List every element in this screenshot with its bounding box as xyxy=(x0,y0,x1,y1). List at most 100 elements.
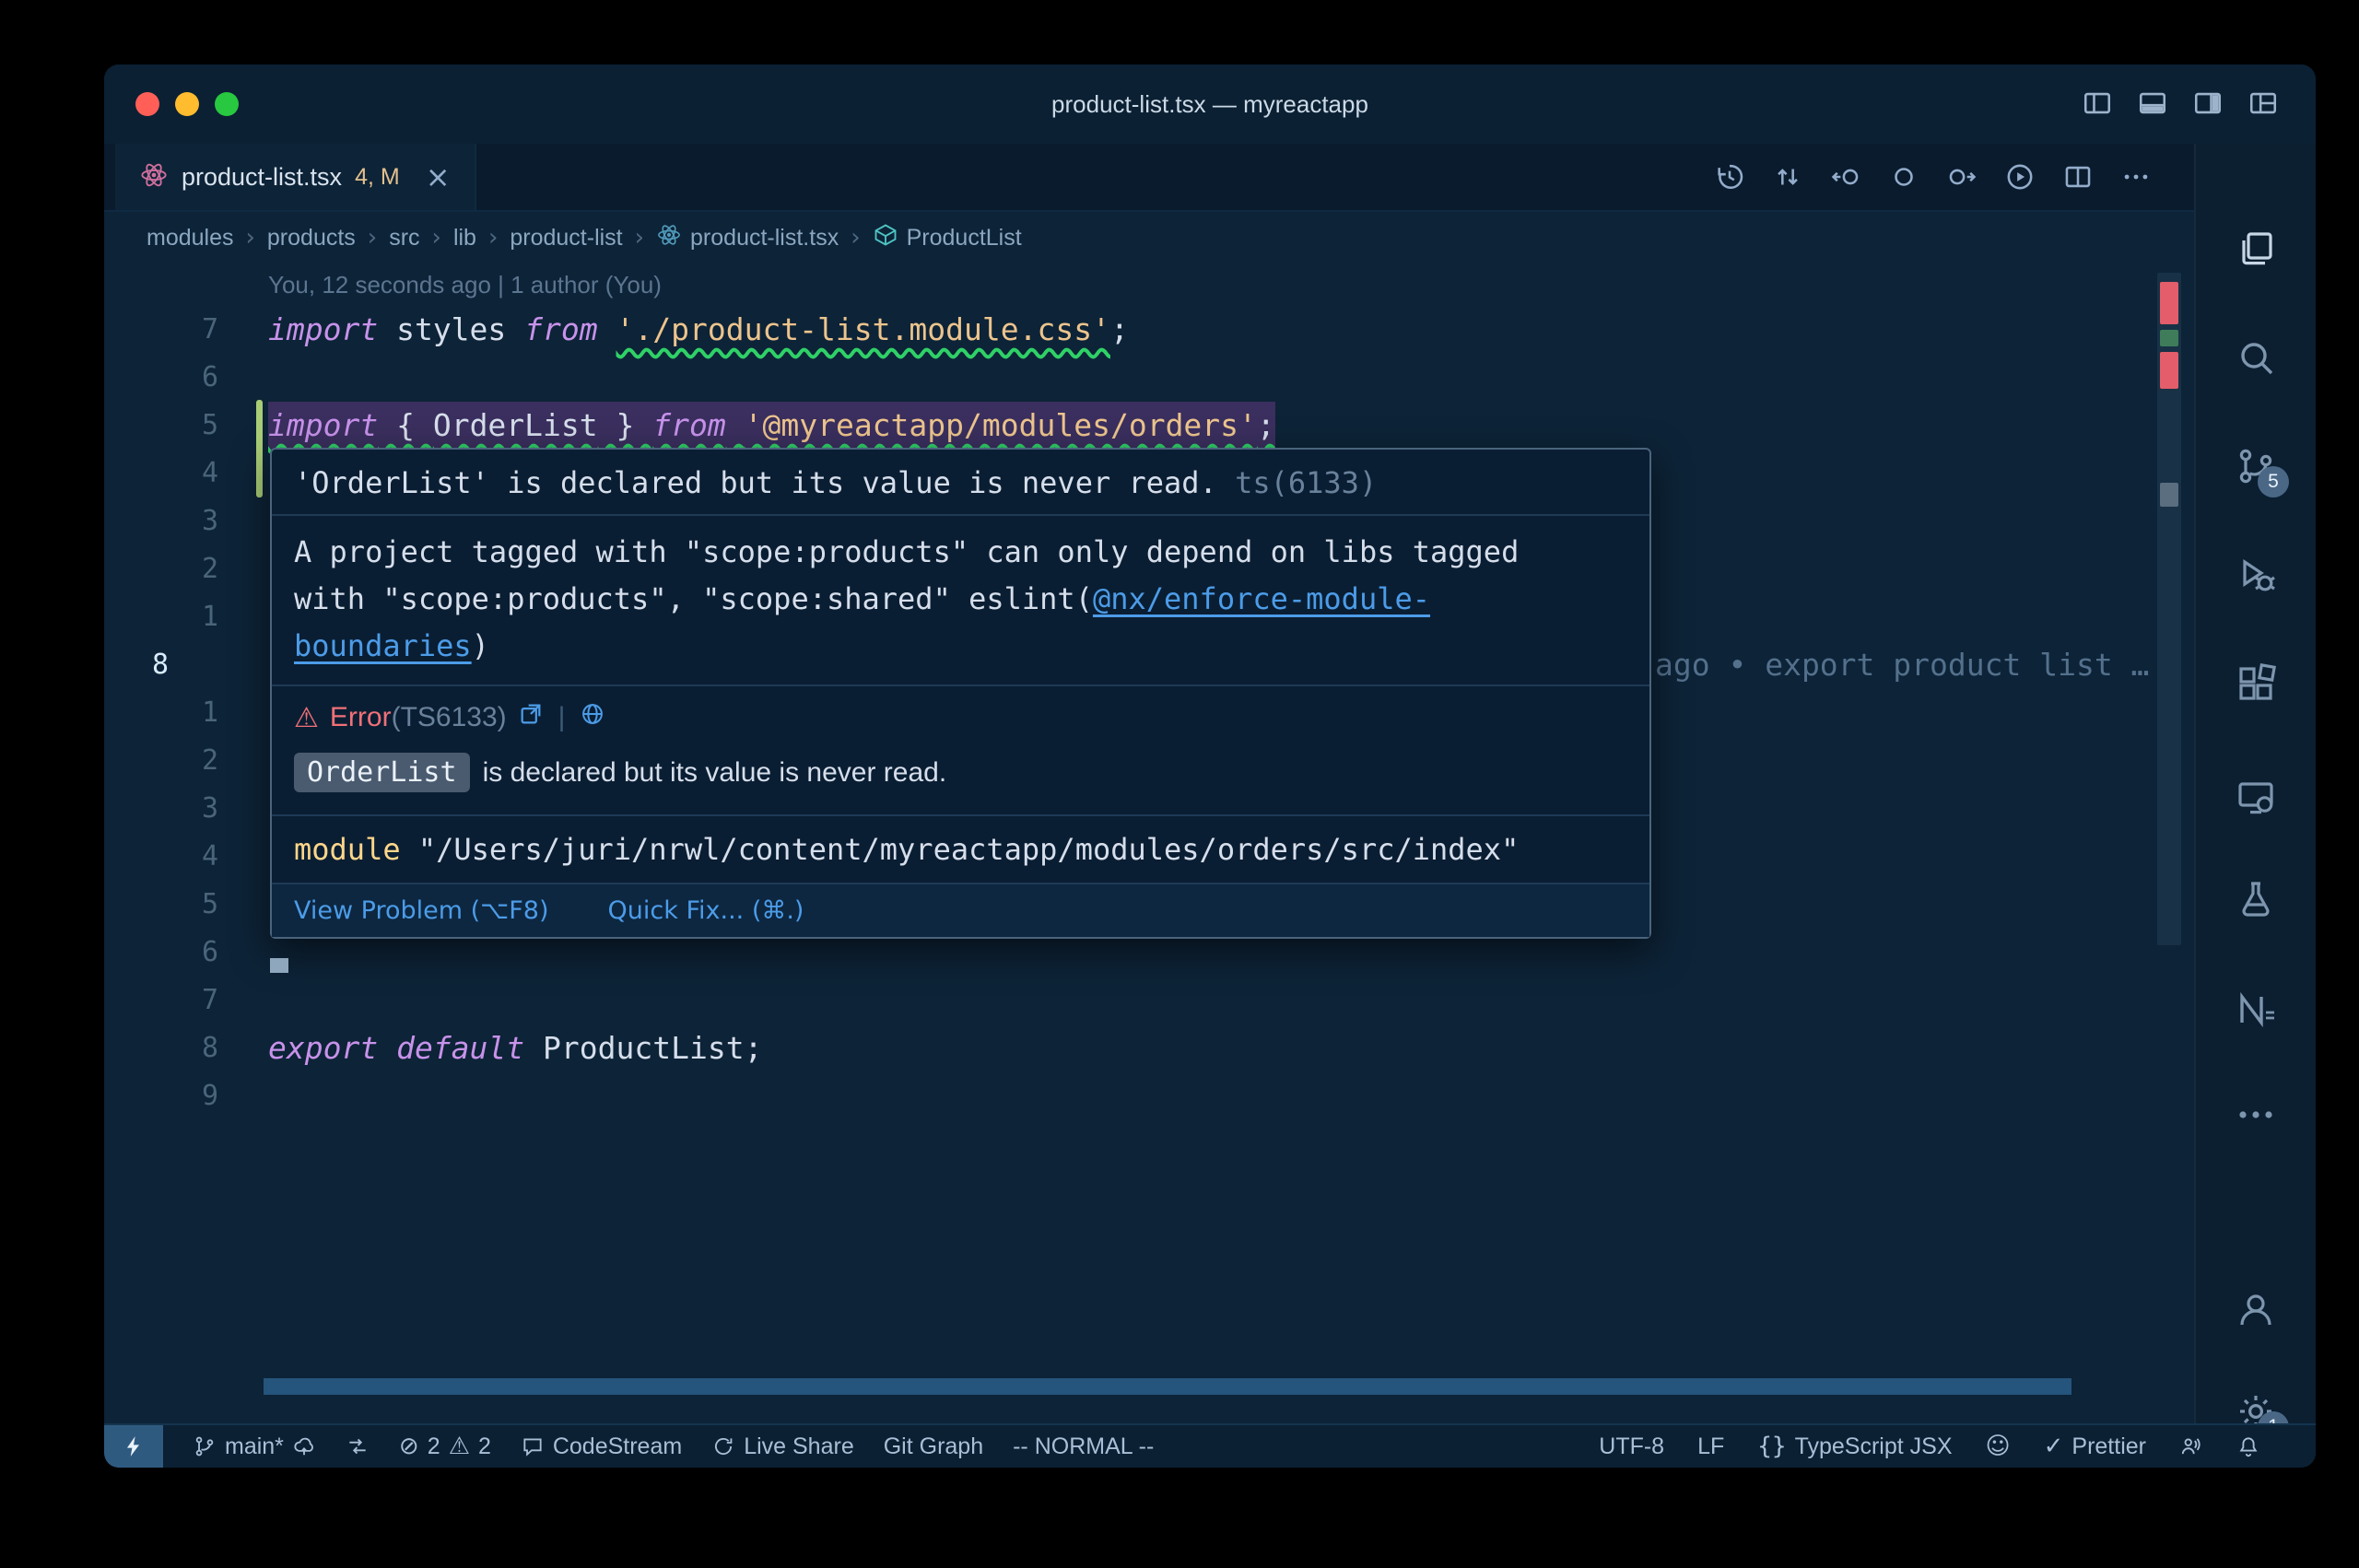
error-hover-tooltip: 'OrderList' is declared but its value is… xyxy=(270,448,1651,939)
line-number: 4 xyxy=(104,450,218,497)
braces-icon: {} xyxy=(1757,1433,1786,1460)
eslint-diagnostic-message: A project tagged with "scope:products" c… xyxy=(272,514,1649,685)
line-number: 1 xyxy=(104,689,218,737)
line-number: 6 xyxy=(104,354,218,402)
breadcrumb-item[interactable]: products xyxy=(267,225,356,252)
code-row[interactable]: 6 xyxy=(104,354,2196,402)
breadcrumb-item[interactable]: modules xyxy=(147,225,234,252)
extensions-icon[interactable] xyxy=(2234,661,2278,706)
toggle-sidebar-icon[interactable] xyxy=(2082,88,2113,119)
badge-message: is declared but its value is never read. xyxy=(483,757,947,789)
breadcrumb: modules › products › src › lib › product… xyxy=(104,212,2238,263)
more-actions-icon[interactable] xyxy=(2120,161,2152,193)
remote-indicator[interactable] xyxy=(104,1425,163,1468)
search-icon[interactable] xyxy=(2234,335,2278,380)
horizontal-scrollbar[interactable] xyxy=(264,1378,2071,1395)
react-file-icon xyxy=(656,222,682,254)
breadcrumb-item[interactable]: lib xyxy=(453,225,476,252)
gitlens-compare[interactable] xyxy=(346,1434,370,1458)
warnings-icon: ⚠ xyxy=(449,1433,470,1460)
editor[interactable]: You, 12 seconds ago | 1 author (You) 7im… xyxy=(104,263,2196,1425)
line-number: 3 xyxy=(104,785,218,833)
scm-count-badge: 5 xyxy=(2258,466,2289,497)
run-debug-icon[interactable] xyxy=(2234,553,2278,597)
live-share-status[interactable]: Live Share xyxy=(711,1433,854,1460)
sync-cloud-icon xyxy=(292,1434,316,1458)
sync-status-icon[interactable] xyxy=(1888,161,1919,193)
errors-count: 2 xyxy=(428,1433,440,1460)
source-control-icon[interactable]: 5 xyxy=(2234,444,2278,488)
open-external-icon[interactable] xyxy=(518,701,544,734)
code-line: export default ProductList; xyxy=(268,1024,762,1072)
line-number: 2 xyxy=(104,545,218,593)
git-branch-status[interactable]: main* xyxy=(193,1433,316,1460)
explorer-icon[interactable] xyxy=(2234,227,2278,271)
status-bar: main* ⊘ 2 ⚠ 2 CodeStream Li xyxy=(104,1423,2316,1468)
codestream-icon xyxy=(521,1434,545,1458)
testing-beaker-icon[interactable] xyxy=(2234,877,2278,921)
breadcrumb-item[interactable]: src xyxy=(389,225,419,252)
breadcrumb-item[interactable]: product-list xyxy=(510,225,622,252)
problems-status[interactable]: ⊘ 2 ⚠ 2 xyxy=(399,1433,491,1460)
gitlens-authors-annotation[interactable]: You, 12 seconds ago | 1 author (You) xyxy=(268,263,2196,306)
screen: product-list.tsx — myreactapp xyxy=(0,0,2359,1568)
prettier-status[interactable]: ✓ Prettier xyxy=(2044,1433,2146,1460)
code-row[interactable]: 9 xyxy=(104,1072,2196,1120)
language-mode-status[interactable]: {} TypeScript JSX xyxy=(1757,1433,1952,1460)
chevron-right-icon: › xyxy=(851,224,860,252)
remote-explorer-icon[interactable] xyxy=(2234,776,2278,820)
tab-product-list[interactable]: product-list.tsx 4, M × xyxy=(115,144,476,210)
breadcrumb-item-symbol[interactable]: ProductList xyxy=(873,222,1022,254)
symbol-cube-icon xyxy=(873,222,898,254)
globe-icon[interactable] xyxy=(580,701,605,734)
chevron-right-icon: › xyxy=(635,224,644,252)
line-number: 5 xyxy=(104,881,218,929)
code-row[interactable]: 7 xyxy=(104,977,2196,1024)
window-title: product-list.tsx — myreactapp xyxy=(104,64,2316,144)
module-path-row: module "/Users/juri/nrwl/content/myreact… xyxy=(272,814,1649,883)
encoding-status[interactable]: UTF-8 xyxy=(1599,1433,1664,1460)
quick-fix-button[interactable]: Quick Fix... (⌘.) xyxy=(608,896,804,925)
timeline-history-icon[interactable] xyxy=(1714,161,1745,193)
code-row[interactable]: 7import styles from './product-list.modu… xyxy=(104,306,2196,354)
minimap-scrollbar[interactable] xyxy=(2157,273,2181,945)
run-file-icon[interactable] xyxy=(2004,161,2036,193)
toggle-secondary-sidebar-icon[interactable] xyxy=(2192,88,2224,119)
hover-actions: View Problem (⌥F8) Quick Fix... (⌘.) xyxy=(272,883,1649,937)
toggle-panel-icon[interactable] xyxy=(2137,88,2168,119)
eol-status[interactable]: LF xyxy=(1697,1433,1724,1460)
smiley-icon: ☺ xyxy=(1986,1433,2011,1460)
blame-ghost-text: ago • export product list … xyxy=(1655,641,2149,689)
notifications-bell[interactable] xyxy=(2236,1434,2260,1458)
tab-close-icon[interactable]: × xyxy=(426,162,451,192)
line-number: 8 xyxy=(104,1024,218,1072)
react-file-icon xyxy=(139,160,169,194)
activity-bar: 5 1 xyxy=(2194,144,2316,1425)
codestream-status[interactable]: CodeStream xyxy=(521,1433,682,1460)
line-number: 2 xyxy=(104,737,218,785)
vim-mode-indicator[interactable]: -- NORMAL -- xyxy=(1013,1433,1154,1460)
view-problem-button[interactable]: View Problem (⌥F8) xyxy=(294,896,549,925)
git-graph-status[interactable]: Git Graph xyxy=(884,1433,983,1460)
compare-changes-icon[interactable] xyxy=(1772,161,1803,193)
breadcrumb-item-file[interactable]: product-list.tsx xyxy=(656,222,839,254)
customize-layout-icon[interactable] xyxy=(2248,88,2279,119)
accounts-icon[interactable] xyxy=(2234,1288,2278,1332)
additional-views-icon[interactable] xyxy=(2234,1093,2278,1137)
feedback-smiley[interactable]: ☺ xyxy=(1986,1433,2011,1460)
previous-change-icon[interactable] xyxy=(1830,161,1861,193)
vscode-window: product-list.tsx — myreactapp xyxy=(104,64,2316,1468)
error-code: (TS6133) xyxy=(392,702,507,732)
added-mark xyxy=(2160,330,2178,346)
next-change-icon[interactable] xyxy=(1946,161,1978,193)
eslint-rule-link[interactable]: @nx/enforce-module- xyxy=(1093,581,1430,616)
eslint-rule-link[interactable]: boundaries xyxy=(294,628,472,663)
error-mark xyxy=(2160,352,2178,389)
nx-console-icon[interactable] xyxy=(2234,988,2278,1032)
tweet-feedback[interactable] xyxy=(2179,1434,2203,1458)
hover-resize-grip[interactable] xyxy=(270,958,288,973)
split-editor-icon[interactable] xyxy=(2062,161,2094,193)
code-row[interactable]: 8 export default ProductList; xyxy=(104,1024,2196,1072)
line-number: 1 xyxy=(104,593,218,641)
code-row[interactable]: 5import { OrderList } from '@myreactapp/… xyxy=(104,402,2196,450)
